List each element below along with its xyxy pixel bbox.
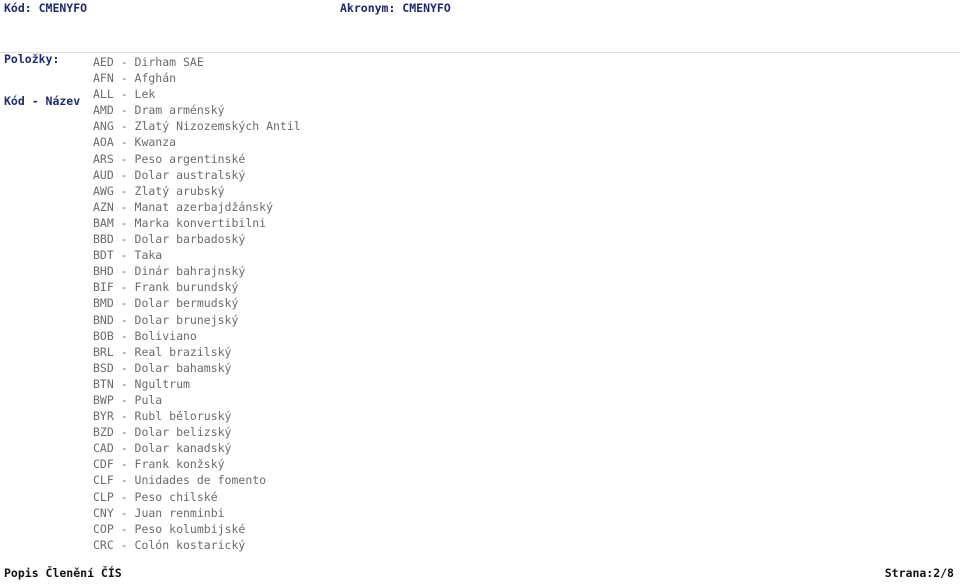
list-item: AZN - Manat azerbajdžánský: [93, 199, 274, 214]
list-item: AED - Dirham SAE: [93, 55, 204, 69]
list-item: CDF - Frank konžský: [93, 457, 225, 472]
header-acronym: Akronym: CMENYFO: [340, 1, 451, 15]
list-item: CLF - Unidades de fomento: [93, 473, 267, 488]
header-divider: [0, 52, 960, 53]
list-item: BWP - Pula: [93, 392, 163, 407]
list-item: ANG - Zlatý Nizozemských Antil: [93, 119, 301, 134]
footer-title: Popis Členění ČÍS: [4, 566, 122, 580]
list-item: BRL - Real brazilský: [93, 344, 232, 359]
list-item: AOA - Kwanza: [93, 135, 177, 150]
list-item: CNY - Juan renminbi: [93, 505, 225, 520]
list-item: BDT - Taka: [93, 248, 163, 263]
list-item: BZD - Dolar belizský: [93, 425, 232, 440]
list-item: AUD - Dolar australský: [93, 167, 246, 182]
list-item: COP - Peso kolumbijské: [93, 521, 246, 536]
header-code: Kód: CMENYFO: [4, 1, 88, 15]
items-label: Položky:: [4, 52, 60, 66]
report-header: Kód: CMENYFO Akronym: CMENYFO: [0, 0, 960, 18]
list-item: ARS - Peso argentinské: [93, 151, 246, 166]
list-item: BND - Dolar brunejský: [93, 312, 239, 327]
list-item: BBD - Dolar barbadoský: [93, 232, 246, 247]
list-item: BTN - Ngultrum: [93, 376, 190, 391]
footer-page-number: Strana:2/8: [884, 566, 954, 580]
list-item: AFN - Afghán: [93, 71, 177, 86]
columns-header: Kód - Název: [4, 94, 81, 108]
list-item: BSD - Dolar bahamský: [93, 360, 232, 375]
report-page: Kód: CMENYFO Akronym: CMENYFO Položky: K…: [0, 0, 960, 588]
list-item: AWG - Zlatý arubský: [93, 183, 225, 198]
list-item: BAM - Marka konvertibilni: [93, 215, 267, 230]
list-item: CAD - Dolar kanadský: [93, 441, 232, 456]
report-subheader: Položky: Kód - Název: [4, 24, 80, 136]
list-item: BYR - Rubl běloruský: [93, 409, 232, 424]
list-item: CLP - Peso chilské: [93, 489, 218, 504]
list-item: BHD - Dinár bahrajnský: [93, 264, 246, 279]
report-footer: Popis Členění ČÍS Strana:2/8: [0, 566, 960, 588]
list-item: ALL - Lek: [93, 87, 156, 102]
list-item: CRC - Colón kostarický: [93, 537, 246, 552]
list-item: BIF - Frank burundský: [93, 280, 239, 295]
list-item: BOB - Boliviano: [93, 328, 197, 343]
currency-list: AED - Dirham SAE AFN - Afghán ALL - Lek AMD…: [93, 54, 960, 553]
list-item: BMD - Dolar bermudský: [93, 296, 239, 311]
list-item: AMD - Dram arménský: [93, 103, 225, 118]
